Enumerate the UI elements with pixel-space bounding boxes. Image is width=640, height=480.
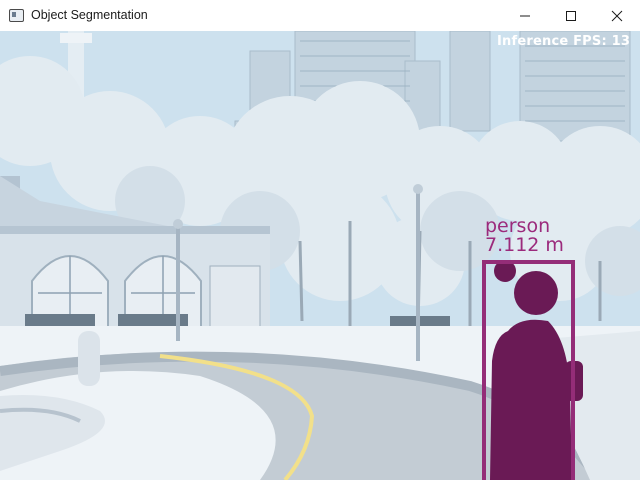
title-bar[interactable]: Object Segmentation — [0, 0, 640, 32]
fps-overlay: Inference FPS: 13 — [497, 34, 631, 49]
maximize-button[interactable] — [548, 0, 594, 31]
detection-bounding-box — [482, 260, 575, 480]
window-title: Object Segmentation — [31, 8, 148, 22]
minimize-button[interactable] — [502, 0, 548, 31]
close-button[interactable] — [594, 0, 640, 31]
app-window-icon — [9, 9, 24, 22]
minimize-icon — [520, 15, 530, 16]
close-icon — [611, 10, 623, 21]
app-window: Object Segmentation Inference FPS: 13 pe… — [0, 0, 640, 480]
maximize-icon — [566, 10, 576, 21]
detection-distance-label: 7.112 m — [485, 234, 564, 256]
video-frame: Inference FPS: 13 person 7.112 m — [0, 31, 640, 480]
